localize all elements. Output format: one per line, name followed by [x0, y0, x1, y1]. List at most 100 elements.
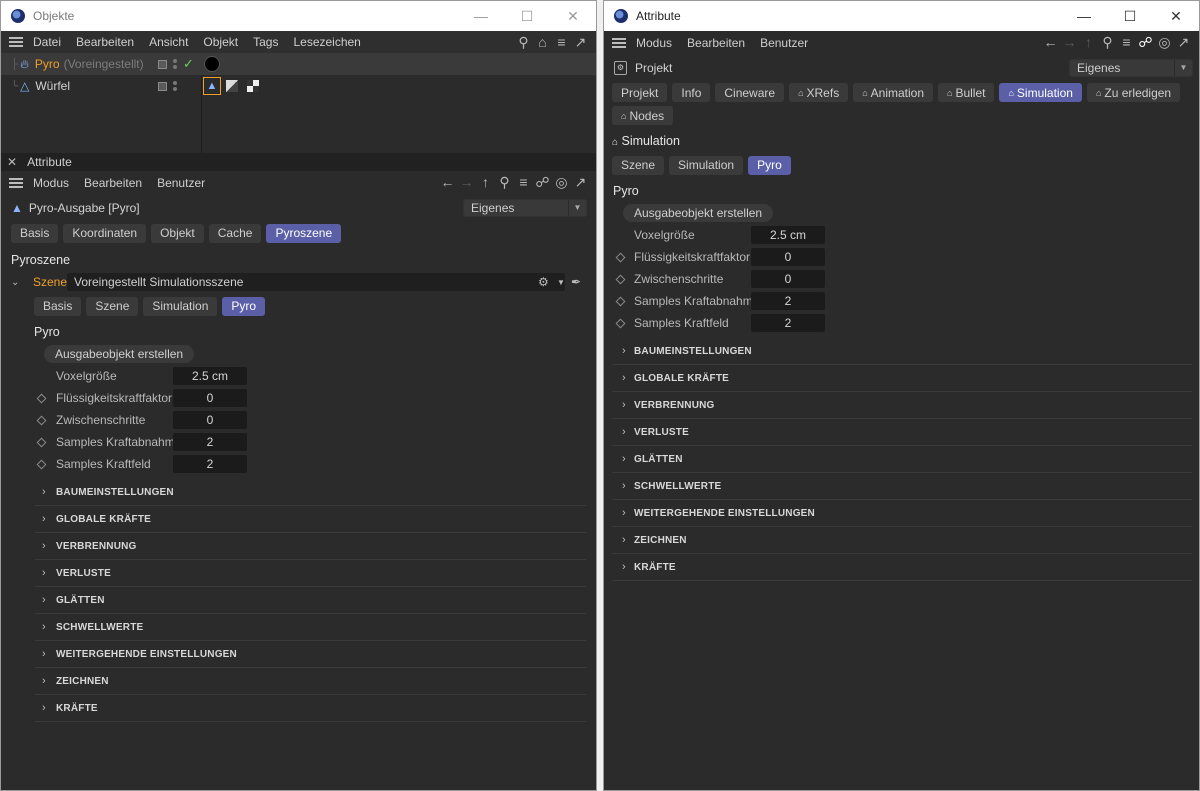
- group-schwellwerte[interactable]: › SCHWELLWERTE: [612, 473, 1192, 500]
- menu-lesezeichen[interactable]: Lesezeichen: [293, 35, 360, 49]
- group-verbrennung[interactable]: › VERBRENNUNG: [612, 392, 1192, 419]
- hamburger-menu-icon[interactable]: [9, 178, 23, 188]
- filter-icon[interactable]: ≡: [514, 174, 533, 190]
- chevron-down-icon[interactable]: ▼: [557, 278, 565, 287]
- keyframe-diamond-icon[interactable]: [36, 437, 47, 447]
- group-verbrennung[interactable]: › VERBRENNUNG: [35, 533, 586, 560]
- menu-datei[interactable]: Datei: [33, 35, 61, 49]
- forward-arrow-icon[interactable]: →: [1060, 34, 1079, 50]
- param-value-field[interactable]: 2.5 cm: [173, 367, 247, 385]
- filter-icon[interactable]: ≡: [1117, 34, 1136, 50]
- keyframe-diamond-icon[interactable]: [615, 318, 626, 328]
- target-icon[interactable]: ◎: [1155, 34, 1174, 51]
- scene-link-field[interactable]: Voreingestellt Simulationsszene: [67, 273, 565, 291]
- up-arrow-icon[interactable]: ↑: [476, 174, 495, 190]
- keyframe-diamond-icon[interactable]: [36, 393, 47, 403]
- pick-icon[interactable]: ✒: [571, 275, 581, 289]
- new-window-icon[interactable]: ↗: [571, 174, 590, 191]
- material-tag-icon[interactable]: [204, 56, 220, 72]
- lock-icon[interactable]: ☍: [1136, 34, 1155, 51]
- title-bar[interactable]: Objekte — ☐ ✕: [1, 1, 596, 31]
- tab-xrefs[interactable]: ⌂ XRefs: [789, 83, 849, 102]
- back-arrow-icon[interactable]: ←: [1041, 34, 1060, 50]
- keyframe-diamond-icon[interactable]: [36, 415, 47, 425]
- tab-zu-erledigen[interactable]: ⌂ Zu erledigen: [1086, 83, 1181, 102]
- back-arrow-icon[interactable]: ←: [438, 174, 457, 190]
- create-output-object-button[interactable]: Ausgabeobjekt erstellen: [44, 345, 195, 363]
- subtab-szene[interactable]: Szene: [86, 296, 139, 316]
- param-value-field[interactable]: 2: [173, 455, 247, 473]
- tab-projekt[interactable]: Projekt: [612, 83, 668, 102]
- hamburger-menu-icon[interactable]: [9, 37, 23, 47]
- menu-modus[interactable]: Modus: [636, 36, 672, 50]
- group-glatten[interactable]: › GLÄTTEN: [35, 587, 586, 614]
- menu-benutzer[interactable]: Benutzer: [157, 176, 205, 190]
- menu-modus[interactable]: Modus: [33, 176, 69, 190]
- param-value-field[interactable]: 0: [173, 389, 247, 407]
- menu-bearbeiten[interactable]: Bearbeiten: [76, 35, 134, 49]
- close-panel-icon[interactable]: ✕: [7, 155, 17, 169]
- subtab-simulation[interactable]: Simulation: [143, 296, 218, 316]
- keyframe-diamond-icon[interactable]: [615, 252, 626, 262]
- tab-simulation[interactable]: ⌂ Simulation: [999, 83, 1082, 102]
- title-bar[interactable]: Attribute — ☐ ✕: [604, 1, 1199, 31]
- expand-chevron-icon[interactable]: ⌄: [11, 277, 19, 288]
- visibility-dots-icon[interactable]: [173, 59, 177, 69]
- layer-icon[interactable]: [158, 81, 167, 91]
- tab-bullet[interactable]: ⌂ Bullet: [938, 83, 995, 102]
- visibility-dots-icon[interactable]: [173, 81, 177, 91]
- new-window-icon[interactable]: ↗: [571, 34, 590, 51]
- object-row-pyro[interactable]: ├ 🔥︎ Pyro (Voreingestellt) ✓: [1, 53, 596, 75]
- group-verluste[interactable]: › VERLUSTE: [35, 560, 586, 587]
- group-zeichnen[interactable]: › ZEICHNEN: [35, 668, 586, 695]
- param-value-field[interactable]: 0: [751, 270, 825, 288]
- param-value-field[interactable]: 2: [751, 314, 825, 332]
- maximize-button[interactable]: ☐: [504, 1, 550, 31]
- create-output-object-button[interactable]: Ausgabeobjekt erstellen: [623, 204, 774, 222]
- subtab-pyro[interactable]: Pyro: [748, 155, 791, 175]
- subtab-basis[interactable]: Basis: [34, 296, 82, 316]
- menu-bearbeiten[interactable]: Bearbeiten: [687, 36, 745, 50]
- forward-arrow-icon[interactable]: →: [457, 174, 476, 190]
- group-krafte[interactable]: › KRÄFTE: [35, 695, 586, 722]
- param-value-field[interactable]: 2.5 cm: [751, 226, 825, 244]
- home-icon[interactable]: ⌂: [533, 34, 552, 50]
- tab-pyroszene[interactable]: Pyroszene: [266, 223, 342, 243]
- pyro-tag-icon[interactable]: ▲: [203, 77, 221, 95]
- menu-tags[interactable]: Tags: [253, 35, 278, 49]
- menu-objekt[interactable]: Objekt: [203, 35, 238, 49]
- target-icon[interactable]: ◎: [552, 174, 571, 191]
- tab-nodes[interactable]: ⌂ Nodes: [612, 106, 674, 125]
- layer-icon[interactable]: [158, 59, 167, 69]
- mode-dropdown[interactable]: Eigenes ▼: [1069, 59, 1193, 77]
- new-window-icon[interactable]: ↗: [1174, 34, 1193, 51]
- subtab-pyro[interactable]: Pyro: [222, 296, 266, 316]
- gear-icon[interactable]: ⚙: [538, 275, 549, 289]
- close-button[interactable]: ✕: [550, 1, 596, 31]
- param-value-field[interactable]: 0: [751, 248, 825, 266]
- menu-bearbeiten[interactable]: Bearbeiten: [84, 176, 142, 190]
- search-icon[interactable]: ⚲: [514, 34, 533, 51]
- tab-koordinaten[interactable]: Koordinaten: [63, 223, 147, 243]
- group-krafte[interactable]: › KRÄFTE: [612, 554, 1192, 581]
- subtab-simulation[interactable]: Simulation: [669, 155, 744, 175]
- tab-cache[interactable]: Cache: [208, 223, 262, 243]
- menu-ansicht[interactable]: Ansicht: [149, 35, 188, 49]
- close-button[interactable]: ✕: [1153, 1, 1199, 31]
- keyframe-diamond-icon[interactable]: [615, 296, 626, 306]
- group-baumeinstellungen[interactable]: › BAUMEINSTELLUNGEN: [35, 479, 586, 506]
- hamburger-menu-icon[interactable]: [612, 38, 626, 48]
- param-value-field[interactable]: 2: [173, 433, 247, 451]
- group-zeichnen[interactable]: › ZEICHNEN: [612, 527, 1192, 554]
- tab-info[interactable]: Info: [672, 83, 711, 102]
- group-verluste[interactable]: › VERLUSTE: [612, 419, 1192, 446]
- param-value-field[interactable]: 2: [751, 292, 825, 310]
- texture-tag-icon[interactable]: [247, 80, 259, 92]
- keyframe-diamond-icon[interactable]: [36, 459, 47, 469]
- search-icon[interactable]: ⚲: [1098, 34, 1117, 51]
- tab-animation[interactable]: ⌂ Animation: [853, 83, 934, 102]
- tab-cineware[interactable]: Cineware: [715, 83, 785, 102]
- object-row-wuerfel[interactable]: └ △ Würfel ▲: [1, 75, 596, 97]
- tab-basis[interactable]: Basis: [11, 223, 59, 243]
- keyframe-diamond-icon[interactable]: [615, 274, 626, 284]
